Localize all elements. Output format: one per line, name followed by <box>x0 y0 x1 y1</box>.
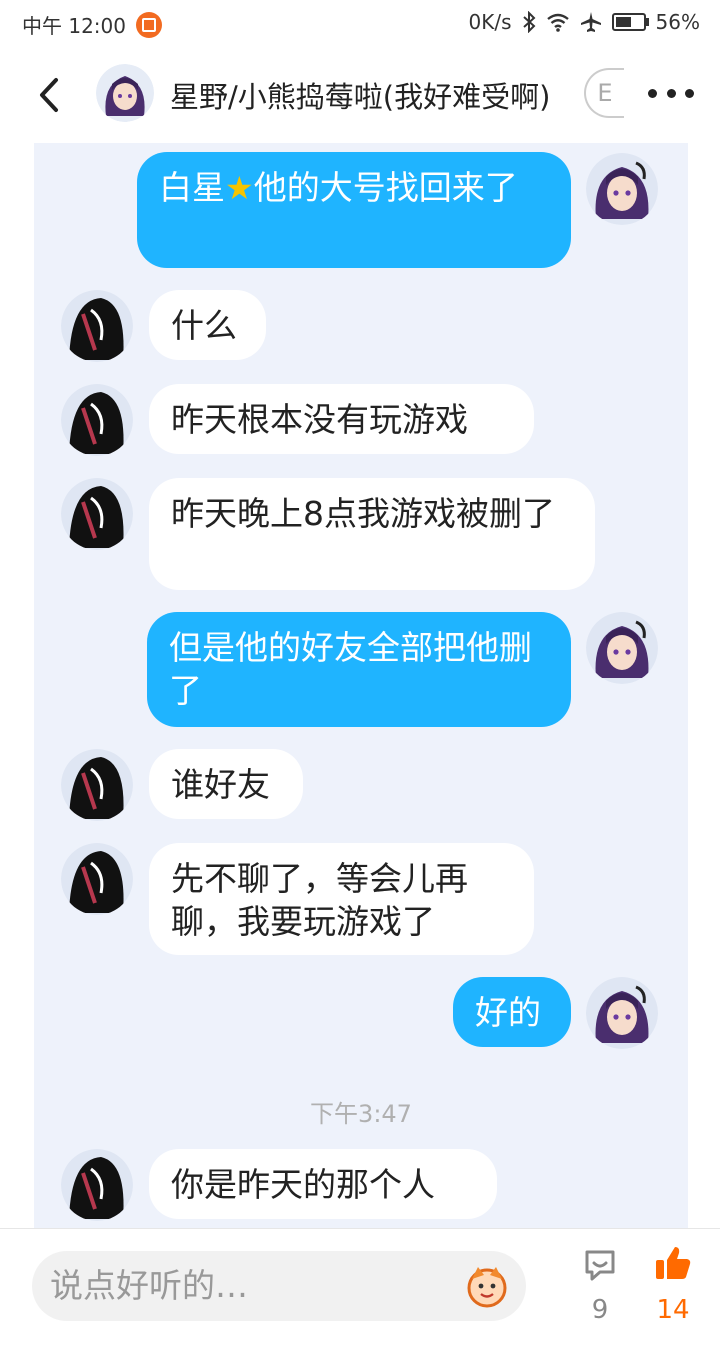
message-text: 先不聊了，等会儿再聊，我要玩游戏了 <box>171 859 468 941</box>
wifi-icon <box>546 13 569 32</box>
message-bubble-out[interactable]: 好的 <box>453 977 571 1047</box>
message-text: 昨天晚上8点我游戏被删了 <box>171 494 555 533</box>
friend-avatar[interactable] <box>61 749 133 821</box>
comment-icon <box>585 1250 615 1281</box>
comment-input-placeholder: 说点好听的… <box>50 1266 248 1305</box>
own-avatar[interactable] <box>586 612 658 684</box>
message-bubble-in[interactable]: 先不聊了，等会儿再聊，我要玩游戏了 <box>149 843 534 955</box>
mascot-icon[interactable] <box>464 1263 510 1309</box>
more-icon[interactable] <box>648 78 694 108</box>
group-button[interactable]: E <box>584 68 624 118</box>
comment-button[interactable]: 9 <box>570 1247 630 1325</box>
message-text: 什么 <box>171 306 237 345</box>
friend-avatar[interactable] <box>61 384 133 456</box>
airplane-icon <box>580 12 601 32</box>
star-icon: ★ <box>225 169 254 207</box>
comment-count: 9 <box>591 1295 609 1325</box>
bottom-bar: 说点好听的… 9 14 <box>0 1228 720 1345</box>
chat-header: 星野/小熊捣莓啦(我好难受啊) E <box>0 54 720 138</box>
message-bubble-in[interactable]: 昨天根本没有玩游戏 <box>149 384 534 454</box>
comment-input[interactable]: 说点好听的… <box>32 1251 526 1321</box>
message-text: 他的大号找回来了 <box>253 168 518 207</box>
message-text: 谁好友 <box>171 765 270 804</box>
friend-avatar[interactable] <box>61 1149 133 1221</box>
message-timestamp: 下午3:47 <box>310 1100 412 1128</box>
message-bubble-in[interactable]: 昨天晚上8点我游戏被删了 <box>149 478 595 590</box>
message-bubble-in[interactable]: 什么 <box>149 290 266 360</box>
battery-icon <box>611 13 649 31</box>
message-bubble-out[interactable]: 白星★他的大号找回来了 <box>137 152 571 268</box>
status-time: 中午 12:00 <box>22 14 126 38</box>
like-count: 14 <box>656 1295 690 1325</box>
battery-percent: 56% <box>655 10 700 34</box>
group-button-label: E <box>597 79 613 107</box>
message-text: 昨天根本没有玩游戏 <box>171 400 468 439</box>
status-bar: 中午 12:00 0K/s 56% <box>0 0 720 48</box>
chat-title: 星野/小熊捣莓啦(我好难受啊) <box>170 80 551 114</box>
friend-avatar[interactable] <box>61 478 133 550</box>
own-avatar[interactable] <box>586 977 658 1049</box>
message-text: 好的 <box>475 993 541 1032</box>
friend-avatar[interactable] <box>61 290 133 362</box>
friend-avatar[interactable] <box>61 843 133 915</box>
net-speed: 0K/s <box>468 10 512 34</box>
like-button[interactable]: 14 <box>643 1243 703 1325</box>
message-bubble-out[interactable]: 但是他的好友全部把他删了 <box>147 612 571 727</box>
thumbs-up-icon <box>656 1247 691 1279</box>
own-avatar[interactable] <box>586 153 658 225</box>
message-text: 你是昨天的那个人 <box>171 1165 435 1204</box>
bluetooth-icon <box>522 11 535 33</box>
message-text: 但是他的好友全部把他删了 <box>169 628 532 710</box>
message-bubble-in[interactable]: 你是昨天的那个人 <box>149 1149 497 1219</box>
contact-avatar[interactable] <box>96 64 154 122</box>
back-arrow-icon[interactable] <box>30 72 76 118</box>
message-bubble-in[interactable]: 谁好友 <box>149 749 303 819</box>
notification-icon <box>136 11 162 38</box>
chat-panel[interactable]: 白星★他的大号找回来了 什么 昨天根本没有玩游戏 昨天晚上8点我游戏被删了 但是… <box>34 143 688 1228</box>
message-text: 白星 <box>159 168 225 207</box>
